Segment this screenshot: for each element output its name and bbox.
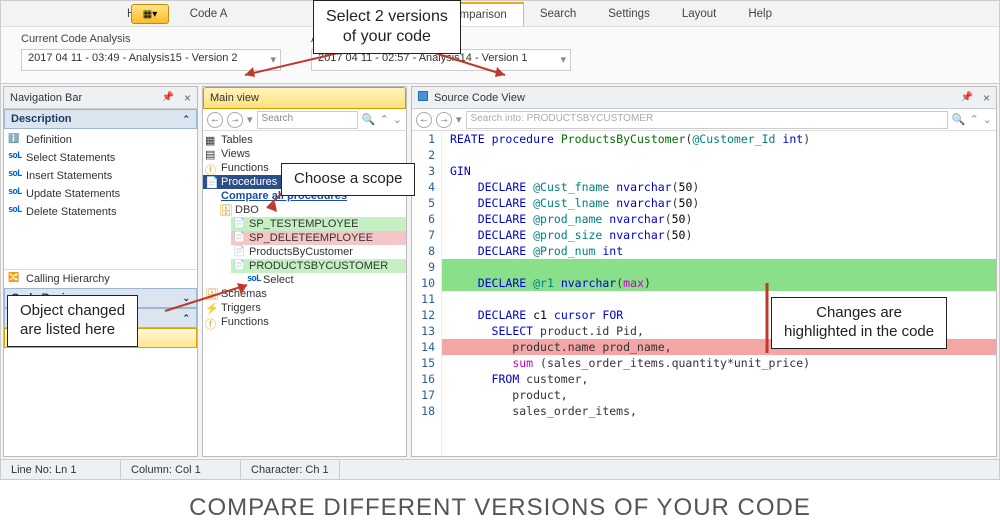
tree-dbo[interactable]: 🗄DBO <box>217 203 406 217</box>
procedure-icon: 📄 <box>205 176 219 189</box>
callout-changes-highlighted: Changes arehighlighted in the code <box>771 297 947 349</box>
app-menu-button[interactable]: ▦▾ <box>131 4 169 24</box>
hierarchy-icon: 🔀 <box>8 272 22 286</box>
info-icon: ℹ️ <box>8 133 22 147</box>
source-code-panel: Source Code View 📌 × ← → ▾ Search into: … <box>411 86 997 457</box>
nav-panel-title: Navigation Bar <box>10 92 82 104</box>
proc-icon: 📄 <box>233 218 247 231</box>
section-description[interactable]: Description⌃ <box>4 109 197 129</box>
sql-icon <box>8 187 22 201</box>
code-line[interactable]: DECLARE @prod_size nvarchar(50) <box>442 227 996 243</box>
sql-icon <box>8 205 22 219</box>
proc-icon: 📄 <box>233 260 247 273</box>
nav-item-calling-hierarchy[interactable]: 🔀Calling Hierarchy <box>4 269 197 288</box>
nav-item-insert-statements[interactable]: Insert Statements <box>4 167 197 185</box>
navigation-panel: Navigation Bar 📌 × Description⌃ ℹ️Defini… <box>3 86 198 457</box>
function-icon: ⓕ <box>205 316 219 329</box>
close-icon[interactable]: × <box>184 91 191 105</box>
sql-icon <box>247 274 261 287</box>
proc-icon: 📄 <box>233 246 247 259</box>
tab-help[interactable]: Help <box>732 3 788 25</box>
code-line[interactable] <box>442 259 996 275</box>
version-selectors: Current Code Analysis 2017 04 11 - 03:49… <box>1 27 999 84</box>
code-line[interactable]: sum (sales_order_items.quantity*unit_pri… <box>442 355 996 371</box>
trigger-icon: ⚡ <box>205 302 219 315</box>
tree-proc-item[interactable]: 📄ProductsByCustomer <box>231 245 406 259</box>
code-line[interactable]: REATE procedure ProductsByCustomer(@Cust… <box>442 131 996 147</box>
sql-icon <box>8 169 22 183</box>
code-line[interactable]: product, <box>442 387 996 403</box>
tab-layout[interactable]: Layout <box>666 3 733 25</box>
cube-icon <box>418 91 430 104</box>
code-line[interactable]: DECLARE @prod_name nvarchar(50) <box>442 211 996 227</box>
code-line[interactable] <box>442 147 996 163</box>
callout-objects-changed: Object changedare listed here <box>7 295 138 347</box>
code-gutter: 123456789101112131415161718 <box>412 131 442 456</box>
view-icon: ▤ <box>205 148 219 161</box>
search-icon[interactable]: 🔍 <box>952 113 966 126</box>
current-analysis-combo[interactable]: 2017 04 11 - 03:49 - Analysis15 - Versio… <box>21 49 281 71</box>
tab-settings[interactable]: Settings <box>592 3 666 25</box>
function-icon: ⓕ <box>205 162 219 175</box>
code-panel-title: Source Code View <box>434 92 525 104</box>
tree-proc-item[interactable]: 📄SP_DELETEEMPLOYEE <box>231 231 406 245</box>
current-analysis-label: Current Code Analysis <box>21 33 281 45</box>
sql-icon <box>8 151 22 165</box>
code-line[interactable]: sales_order_items, <box>442 403 996 419</box>
callout-select-versions: Select 2 versionsof your code <box>313 0 461 54</box>
mainview-search-input[interactable]: Search <box>257 111 358 129</box>
tree-tables[interactable]: ▦Tables <box>203 133 406 147</box>
proc-icon: 📄 <box>233 232 247 245</box>
table-icon: ▦ <box>205 134 219 147</box>
code-search-input[interactable]: Search into: PRODUCTSBYCUSTOMER <box>466 111 948 129</box>
close-icon[interactable]: × <box>983 91 990 105</box>
main-view-panel: Main view ← → ▾ Search 🔍 ⌃⌄ ▦Tables ▤Vie… <box>202 86 407 457</box>
pin-icon[interactable]: 📌 <box>162 92 174 103</box>
code-line[interactable]: DECLARE @Cust_lname nvarchar(50) <box>442 195 996 211</box>
tree-views[interactable]: ▤Views <box>203 147 406 161</box>
main-view-title: Main view <box>210 92 259 104</box>
nav-item-select-statements[interactable]: Select Statements <box>4 149 197 167</box>
tab-code-analysis[interactable]: Code A <box>174 3 244 25</box>
status-line: Line No: Ln 1 <box>1 460 121 479</box>
tree-proc-item[interactable]: 📄SP_TESTEMPLOYEE <box>231 217 406 231</box>
tab-search[interactable]: Search <box>524 3 592 25</box>
code-line[interactable]: DECLARE @Cust_fname nvarchar(50) <box>442 179 996 195</box>
back-icon[interactable]: ← <box>416 112 432 128</box>
tree-triggers[interactable]: ⚡Triggers <box>203 301 406 315</box>
tree-schemas[interactable]: 🗄Schemas <box>203 287 406 301</box>
tree-proc-select[interactable]: Select <box>245 273 406 287</box>
tree-proc-item[interactable]: 📄PRODUCTSBYCUSTOMER <box>231 259 406 273</box>
code-line[interactable]: DECLARE @Prod_num int <box>442 243 996 259</box>
nav-item-delete-statements[interactable]: Delete Statements <box>4 203 197 221</box>
nav-item-update-statements[interactable]: Update Statements <box>4 185 197 203</box>
ribbon-tabs: ▦▾ Home Code A n Comparison Search Setti… <box>1 1 999 27</box>
code-line[interactable]: DECLARE @r1 nvarchar(max) <box>442 275 996 291</box>
code-line[interactable]: FROM customer, <box>442 371 996 387</box>
schema-icon: 🗄 <box>219 204 233 217</box>
callout-choose-scope: Choose a scope <box>281 163 415 196</box>
forward-icon[interactable]: → <box>436 112 452 128</box>
pin-icon[interactable]: 📌 <box>961 92 973 103</box>
search-icon[interactable]: 🔍 <box>362 113 376 126</box>
back-icon[interactable]: ← <box>207 112 223 128</box>
status-character: Character: Ch 1 <box>241 460 340 479</box>
code-line[interactable]: GIN <box>442 163 996 179</box>
status-bar: Line No: Ln 1 Column: Col 1 Character: C… <box>1 459 999 479</box>
forward-icon[interactable]: → <box>227 112 243 128</box>
footer-caption: COMPARE DIFFERENT VERSIONS OF YOUR CODE <box>0 494 1000 522</box>
tree-functions-2[interactable]: ⓕFunctions <box>203 315 406 329</box>
status-column: Column: Col 1 <box>121 460 241 479</box>
code-lines[interactable]: REATE procedure ProductsByCustomer(@Cust… <box>442 131 996 456</box>
schema-icon: 🗄 <box>205 288 219 301</box>
nav-item-definition[interactable]: ℹ️Definition <box>4 131 197 149</box>
